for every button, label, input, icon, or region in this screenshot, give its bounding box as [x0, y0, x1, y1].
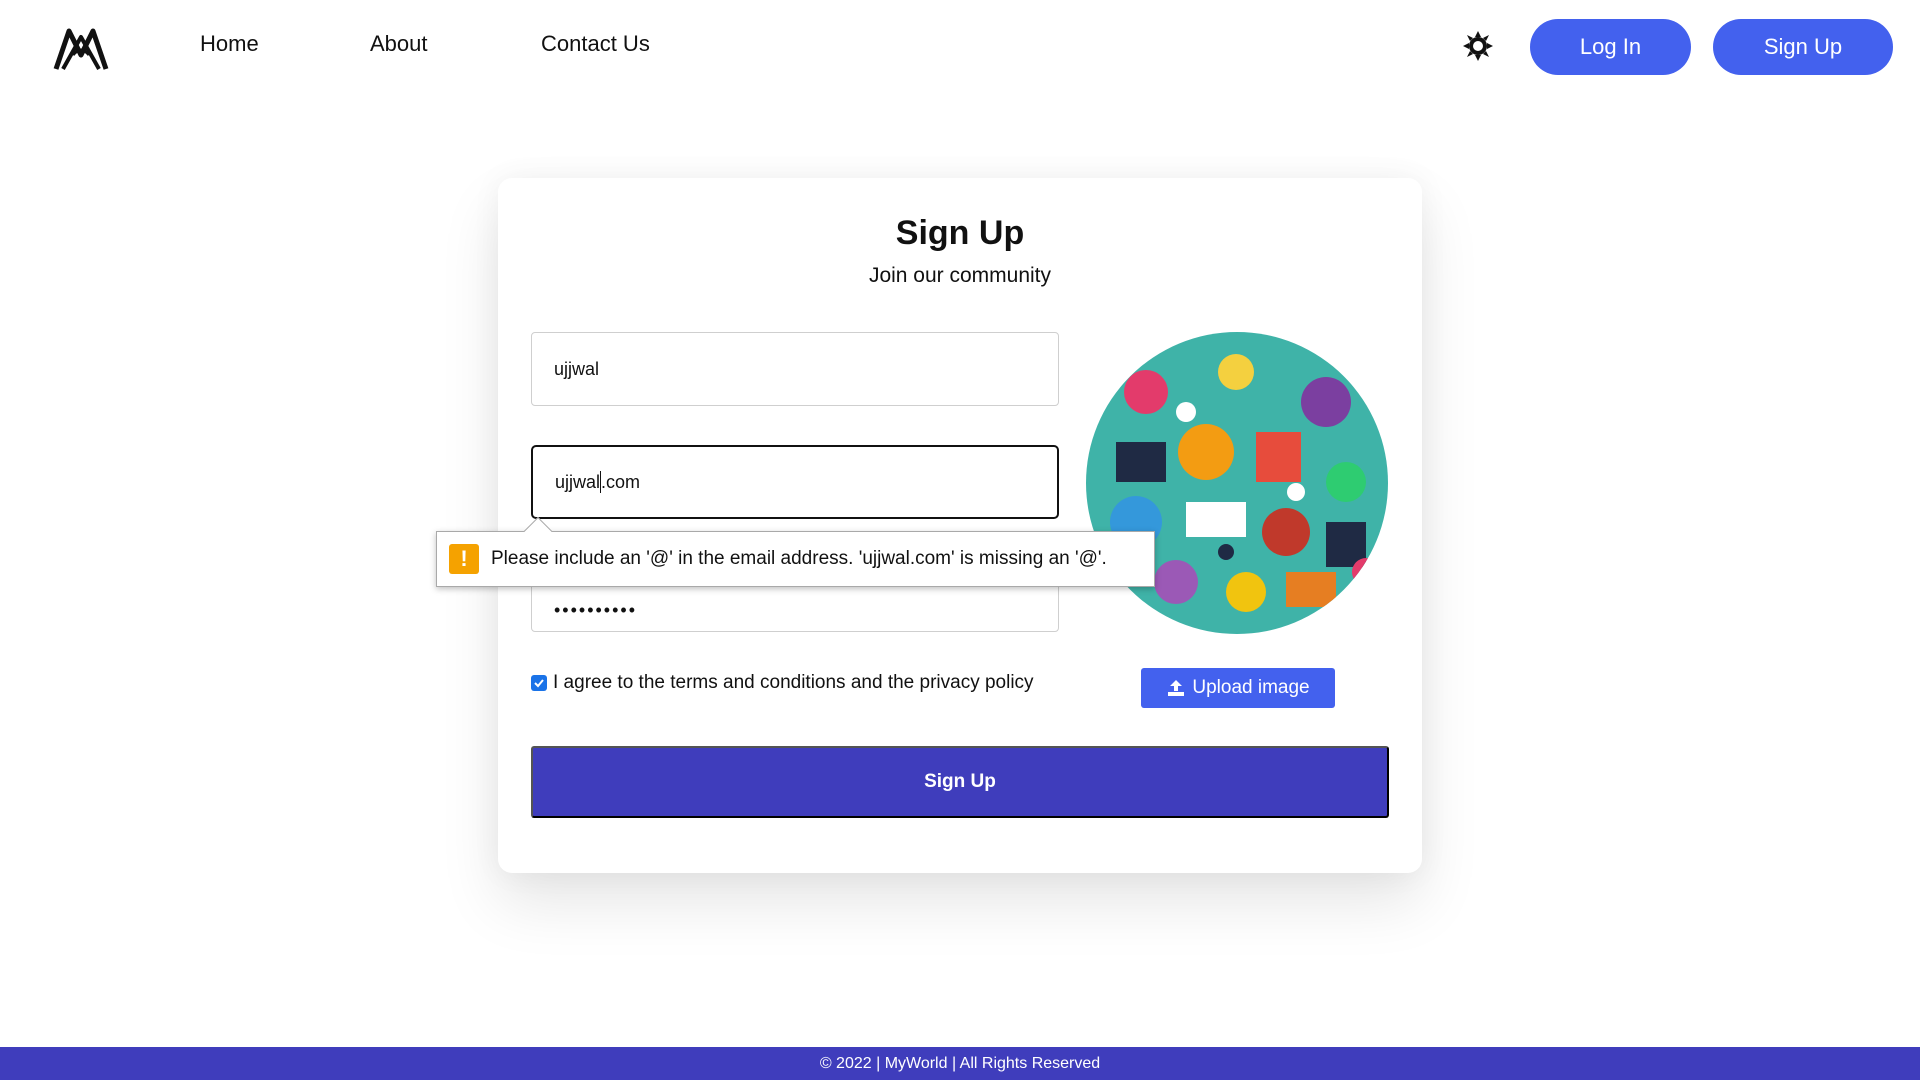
terms-checkbox[interactable]	[531, 675, 547, 691]
avatar-preview	[1086, 332, 1388, 634]
name-field-value: ujjwal	[554, 358, 600, 379]
email-field[interactable]: ujjwal .com	[531, 445, 1059, 519]
nav-link-about[interactable]: About	[370, 31, 428, 57]
name-field[interactable]: ujjwal	[531, 332, 1059, 406]
email-field-value-start: ujjwal	[555, 471, 601, 492]
signup-card: Sign Up Join our community ujjwal ujjwal…	[498, 178, 1422, 873]
page-subtitle: Join our community	[868, 264, 1052, 287]
footer-text: © 2022 | MyWorld | All Rights Reserved	[819, 1054, 1101, 1072]
upload-image-button[interactable]: Upload image	[1141, 668, 1335, 708]
myworld-logo-icon[interactable]	[53, 25, 109, 71]
validation-message: Please include an '@' in the email addre…	[491, 548, 1107, 569]
signup-nav-button[interactable]: Sign Up	[1713, 19, 1893, 75]
login-button[interactable]: Log In	[1530, 19, 1691, 75]
email-validation-tooltip: ! Please include an '@' in the email add…	[436, 531, 1155, 587]
terms-agreement: I agree to the terms and conditions and …	[531, 672, 1034, 694]
email-field-value-end: .com	[601, 471, 641, 492]
sun-icon[interactable]	[1462, 30, 1494, 62]
nav-link-home[interactable]: Home	[200, 31, 259, 57]
page-title: Sign Up	[895, 214, 1025, 252]
upload-icon	[1168, 680, 1185, 696]
navbar: Home About Contact Us Log In Sign Up	[0, 0, 1920, 92]
footer: © 2022 | MyWorld | All Rights Reserved	[0, 1047, 1920, 1080]
nav-link-contact[interactable]: Contact Us	[541, 31, 650, 57]
password-field-value: ••••••••••	[554, 599, 638, 620]
signup-submit-button[interactable]: Sign Up	[531, 746, 1389, 818]
upload-image-label: Upload image	[1192, 677, 1310, 698]
terms-label: I agree to the terms and conditions and …	[553, 672, 1034, 693]
warning-icon: !	[449, 544, 479, 574]
